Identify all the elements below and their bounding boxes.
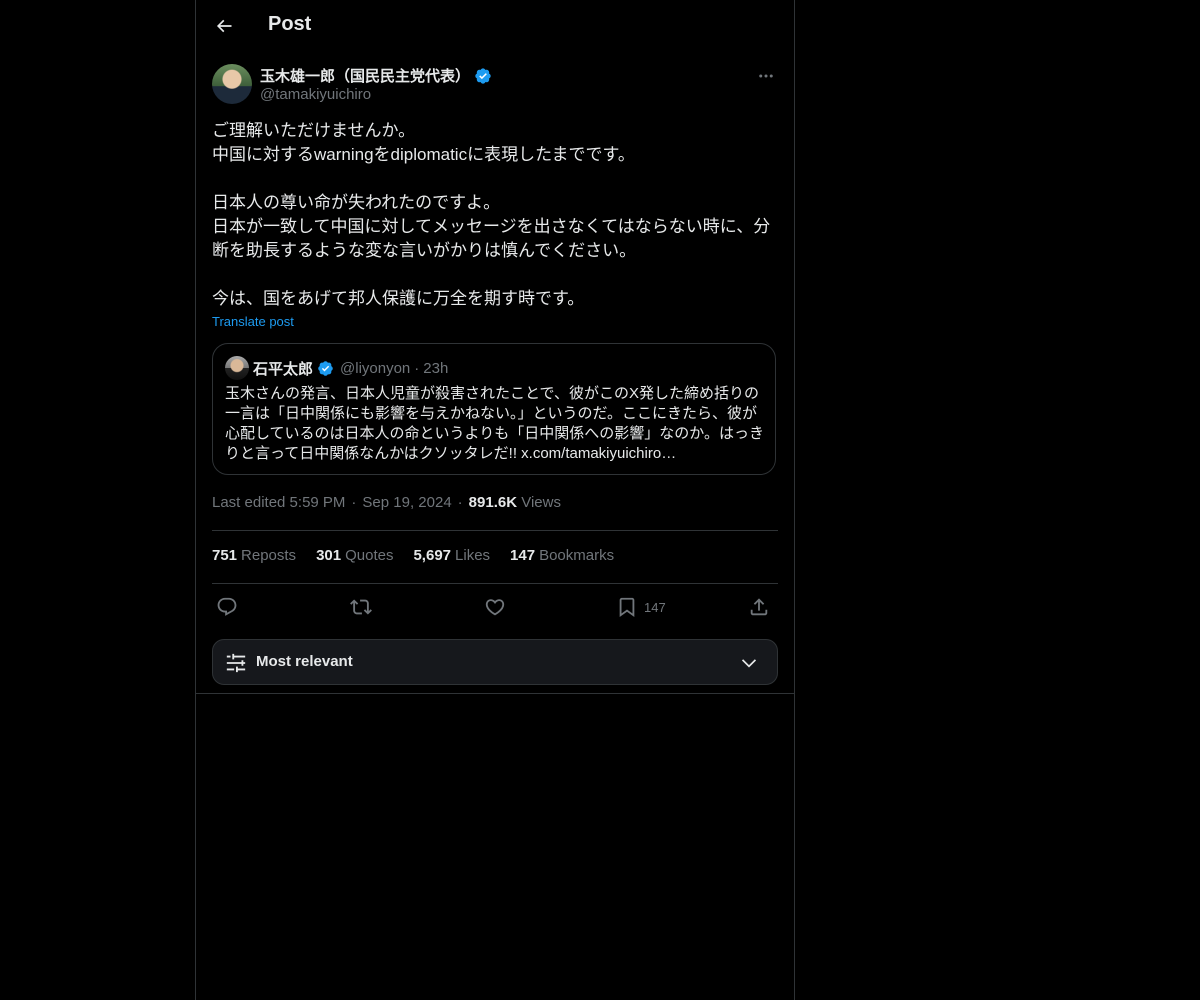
share-button[interactable] [748,594,770,620]
more-dots-icon [759,74,773,78]
share-icon [750,598,768,616]
author-name[interactable]: 玉木雄一郎（国民民主党代表） [260,65,470,86]
back-button[interactable] [206,8,242,44]
reply-sort-dropdown[interactable]: Most relevant [212,639,778,685]
quoted-post-text: 玉木さんの発言、日本人児童が殺害されたことで、彼がこのX発した締め括りの一言は「… [225,385,764,462]
bookmark-count: 147 [644,599,666,615]
author-handle[interactable]: @tamakiyuichiro [260,86,371,103]
bookmarks-stat[interactable]: 147 Bookmarks [510,547,614,564]
repost-icon [350,599,372,615]
likes-label: Likes [455,547,491,564]
post-date[interactable]: Sep 19, 2024 [362,494,451,511]
reply-icon [217,597,237,616]
post-stats: 751 Reposts 301 Quotes 5,697 Likes 147 Bookm… [212,547,614,564]
quoted-post-header: 石平太郎 @liyonyon · 23h [225,356,448,380]
verified-badge-icon [475,67,491,84]
views-number: 891.6K [468,494,518,511]
quoted-post-time: 23h [423,359,449,377]
bookmarks-count: 147 [510,547,536,564]
likes-count: 5,697 [413,547,452,564]
separator-dot: · [351,494,357,511]
likes-stat[interactable]: 5,697 Likes [413,547,490,564]
quotes-stat[interactable]: 301 Quotes [316,547,393,564]
sort-label: Most relevant [256,653,353,670]
views-count: 891.6K Views [469,494,561,511]
separator-dot: · [457,494,463,511]
page-title: Post [268,13,312,35]
repost-button[interactable] [350,594,372,620]
post-text: ご理解いただけませんか。 中国に対するwarningをdiplomaticに表現… [212,121,771,308]
sliders-icon [226,653,246,673]
author-name-row: 玉木雄一郎（国民民主党代表） [260,65,492,86]
views-label: Views [521,494,561,511]
divider [212,530,778,531]
quoted-post[interactable]: 石平太郎 @liyonyon · 23h 玉木さんの発言、日本人児童が殺害された… [212,343,776,475]
verified-badge-icon [318,360,333,376]
quoted-author-name: 石平太郎 [253,360,314,378]
quotes-label: Quotes [345,547,394,564]
avatar[interactable] [212,64,252,104]
bookmark-icon [619,597,635,618]
translate-post-link[interactable]: Translate post [212,314,294,329]
post-meta: Last edited 5:59 PM · Sep 19, 2024 · 891… [212,494,561,511]
divider [212,583,778,584]
post-actions: 147 [212,590,778,624]
chevron-down-icon [741,659,757,668]
arrow-left-icon [216,19,232,33]
heart-icon [485,599,505,616]
quoted-author-handle: @liyonyon [340,359,411,377]
quotes-count: 301 [316,547,342,564]
reposts-stat[interactable]: 751 Reposts [212,547,296,564]
post-author: 玉木雄一郎（国民民主党代表） @tamakiyuichiro [212,64,778,108]
divider [196,693,794,694]
reposts-label: Reposts [241,547,297,564]
quoted-avatar [225,356,249,380]
more-options-button[interactable] [754,64,778,88]
like-button[interactable] [484,594,506,620]
edited-time[interactable]: Last edited 5:59 PM [212,494,345,511]
page-header: Post [196,0,794,54]
main-column: Post 玉木雄一郎（国民民主党代表） @tamakiyuichiro ご理解い… [195,0,795,1000]
bookmark-button[interactable]: 147 [616,594,666,620]
reply-button[interactable] [216,594,238,620]
bookmarks-label: Bookmarks [539,547,615,564]
reposts-count: 751 [212,547,238,564]
separator-dot: · [414,359,420,377]
